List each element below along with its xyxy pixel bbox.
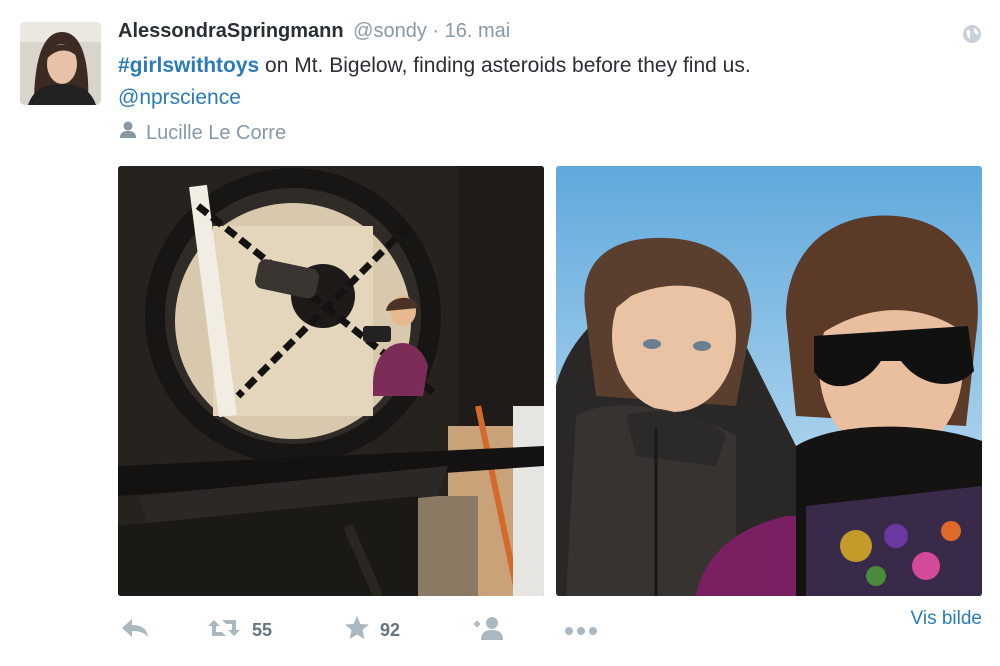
favorite-button[interactable]: 92 <box>344 612 400 648</box>
view-image-link[interactable]: Vis bilde <box>911 608 982 630</box>
tweet-body: on Mt. Bigelow, finding asteroids before… <box>259 54 751 77</box>
hashtag-link[interactable]: #girlswithtoys <box>118 54 259 77</box>
more-button[interactable] <box>564 612 598 648</box>
favorite-count: 92 <box>380 619 401 640</box>
tweet-date[interactable]: 16. mai <box>445 20 511 42</box>
photo-selfie[interactable] <box>556 166 982 596</box>
author-name[interactable]: AlessondraSpringmann <box>118 20 344 42</box>
reply-icon <box>120 617 150 644</box>
tweet-card: AlessondraSpringmann @sondy · 16. mai #g… <box>0 0 1000 666</box>
reply-button[interactable] <box>120 612 150 648</box>
follow-icon <box>472 615 506 646</box>
retweet-icon <box>206 616 242 645</box>
more-icon <box>564 620 598 641</box>
tweet-actions: 55 92 <box>118 612 982 652</box>
separator: · <box>432 20 440 42</box>
mention-link[interactable]: @nprscience <box>118 86 241 109</box>
photo-telescope[interactable] <box>118 166 544 596</box>
follow-button[interactable] <box>472 612 506 648</box>
globe-icon <box>962 24 982 49</box>
tweet-header: AlessondraSpringmann @sondy · 16. mai <box>118 20 510 43</box>
star-icon <box>344 615 370 646</box>
photo-credit[interactable]: Lucille Le Corre <box>118 121 286 145</box>
avatar[interactable] <box>20 22 101 105</box>
tweet-text: #girlswithtoys on Mt. Bigelow, finding a… <box>118 50 878 114</box>
person-icon <box>118 121 138 145</box>
photo-credit-name: Lucille Le Corre <box>146 121 287 144</box>
retweet-count: 55 <box>252 619 273 640</box>
retweet-button[interactable]: 55 <box>206 612 272 648</box>
author-handle[interactable]: @sondy <box>353 20 427 42</box>
